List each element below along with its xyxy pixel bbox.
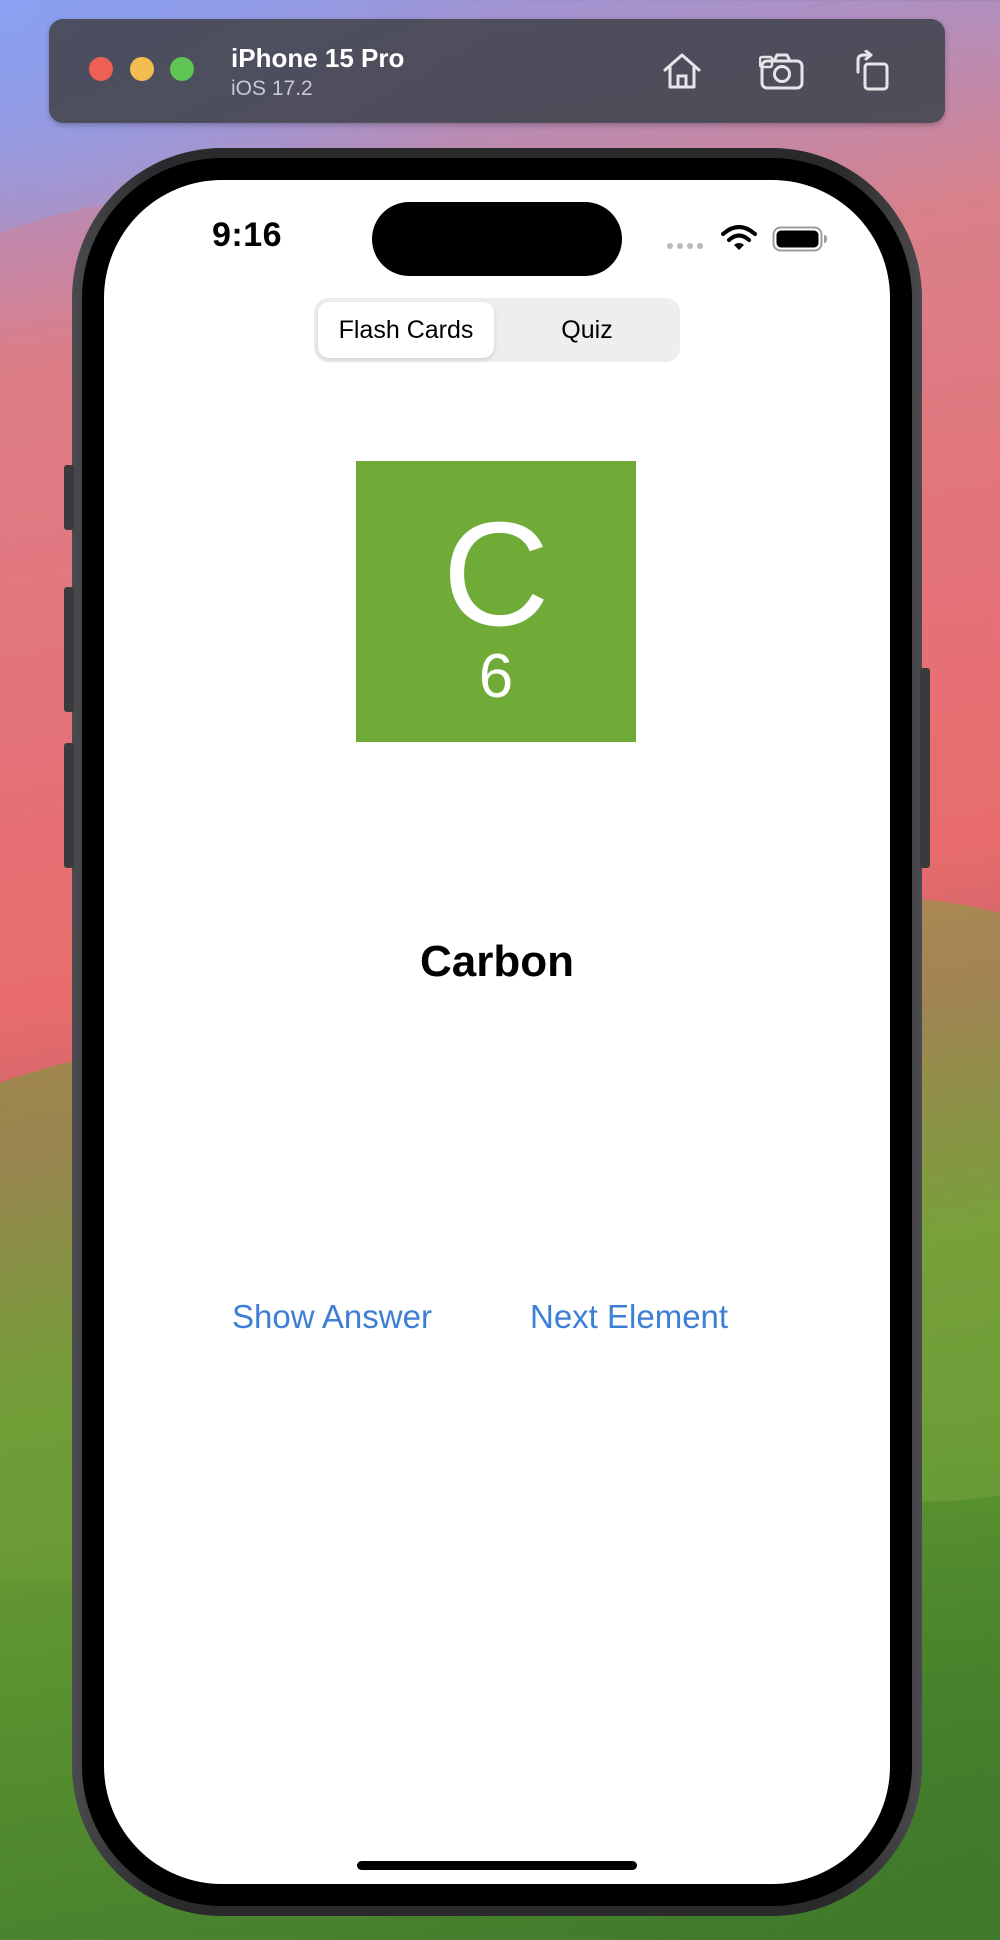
wifi-icon [721, 225, 757, 250]
phone-screen: 9:16 Flash Cards Quiz C 6 Carbon Show An… [104, 180, 890, 1884]
window-zoom-button[interactable] [170, 57, 194, 81]
show-answer-button[interactable]: Show Answer [232, 1298, 432, 1336]
volume-up-button [64, 587, 74, 712]
atomic-number: 6 [478, 642, 514, 711]
window-close-button[interactable] [89, 57, 113, 81]
tab-flash-cards[interactable]: Flash Cards [318, 302, 494, 358]
element-tile: C 6 [356, 461, 636, 742]
window-minimize-button[interactable] [130, 57, 154, 81]
rotate-icon [856, 50, 889, 91]
tab-quiz[interactable]: Quiz [498, 302, 676, 358]
home-button[interactable] [658, 47, 706, 95]
power-button [920, 668, 930, 868]
os-version: iOS 17.2 [231, 77, 313, 100]
element-name: Carbon [420, 937, 574, 986]
next-element-button[interactable]: Next Element [530, 1298, 728, 1336]
simulator-toolbar: iPhone 15 Pro iOS 17.2 [49, 19, 945, 123]
battery-icon [772, 226, 827, 252]
element-symbol: C [442, 492, 550, 657]
house-icon [663, 53, 701, 89]
signal-icon [667, 243, 703, 249]
camera-icon [759, 53, 804, 90]
volume-down-button [64, 743, 74, 868]
status-time: 9:16 [212, 216, 283, 254]
rotate-button[interactable] [848, 47, 896, 95]
dynamic-island [372, 202, 622, 276]
mode-segmented-control: Flash Cards Quiz [314, 298, 680, 362]
action-button [64, 465, 74, 530]
screenshot-button[interactable] [758, 47, 806, 95]
home-indicator[interactable] [357, 1861, 637, 1870]
device-name: iPhone 15 Pro [231, 43, 405, 73]
